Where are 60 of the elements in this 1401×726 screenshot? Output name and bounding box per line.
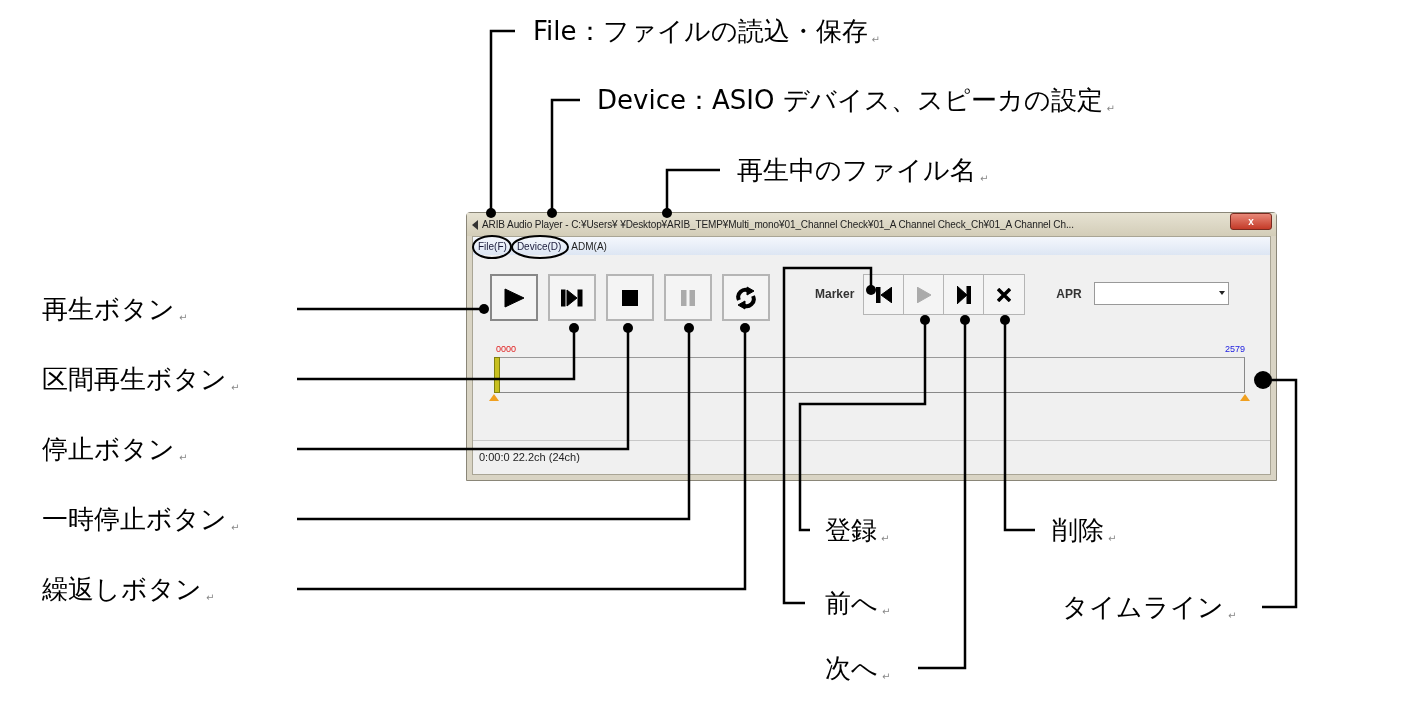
menu-item[interactable]: ADM(A) [571, 240, 607, 252]
callout-label: 登録 [825, 514, 877, 547]
paragraph-mark: ↵ [1228, 609, 1237, 623]
skip-icon [561, 288, 583, 307]
callout-label: Device：ASIO デバイス、スピーカの設定 [597, 84, 1103, 117]
paragraph-mark: ↵ [231, 521, 240, 535]
callout-label: 繰返しボタン [42, 573, 202, 606]
end-triangle-icon [1240, 394, 1250, 401]
paragraph-mark: ↵ [231, 381, 240, 395]
start-triangle-icon [489, 394, 499, 401]
timeline-track[interactable] [494, 357, 1245, 393]
paragraph-mark: ↵ [871, 33, 880, 47]
callout-label: 再生ボタン [42, 293, 175, 326]
paragraph-mark: ↵ [881, 532, 890, 546]
paragraph-mark: ↵ [882, 605, 891, 619]
timeline-start: 0000 [495, 344, 517, 356]
callout-label: タイムライン [1062, 591, 1224, 624]
repeat-button[interactable] [722, 274, 770, 321]
pause-icon [681, 289, 695, 306]
stop-icon [622, 289, 638, 306]
callout-label: 次へ [825, 652, 878, 685]
repeat-icon [734, 285, 758, 310]
play-button[interactable] [490, 274, 538, 321]
apr-label: APR [1056, 287, 1082, 301]
callout-label: File：ファイルの読込・保存 [533, 15, 868, 48]
window-title: ARIB Audio Player - C:¥Users¥ ¥Desktop¥ARIB_TEMP¥Multi_mono¥01_Channel Check¥01_A Channel Check_Ch¥01_A Channel Ch... [482, 219, 1075, 230]
callout-label: 区間再生ボタン [42, 363, 227, 396]
paragraph-mark: ↵ [980, 172, 989, 186]
dropdown-arrow-icon [1218, 291, 1225, 295]
close-button[interactable]: x [1230, 213, 1272, 230]
playhead-marker[interactable] [494, 357, 500, 393]
callout-label: 一時停止ボタン [42, 503, 227, 536]
paragraph-mark: ↵ [179, 311, 188, 325]
next-icon [956, 285, 971, 304]
previous-icon [875, 286, 892, 303]
marker-label: Marker [815, 287, 855, 301]
section-play-button[interactable] [548, 274, 596, 321]
previous-marker-button[interactable] [864, 275, 905, 314]
next-marker-button[interactable] [944, 275, 985, 314]
callout-label: 再生中のファイル名 [737, 154, 976, 187]
apr-dropdown[interactable] [1093, 282, 1229, 305]
delete-marker-button[interactable] [984, 275, 1025, 314]
paragraph-mark: ↵ [882, 670, 891, 684]
stop-button[interactable] [606, 274, 654, 321]
paragraph-mark: ↵ [1108, 532, 1117, 546]
callout-label: 前へ [825, 587, 878, 620]
timeline-end: 2579 [1224, 344, 1245, 356]
callout-label: 削除 [1052, 514, 1104, 547]
speaker-icon [471, 219, 479, 230]
play-icon [916, 286, 931, 303]
menu-item[interactable]: File(F) [478, 240, 507, 252]
status-text: 0:00:0 22.2ch (24ch) [479, 451, 580, 463]
callout-label: 停止ボタン [42, 433, 175, 466]
menu-item[interactable]: Device(D) [516, 240, 562, 252]
paragraph-mark: ↵ [206, 591, 215, 605]
play-icon [503, 287, 525, 308]
delete-icon [997, 287, 1012, 302]
paragraph-mark: ↵ [179, 451, 188, 465]
leader-line [662, 168, 720, 218]
paragraph-mark: ↵ [1106, 102, 1115, 116]
